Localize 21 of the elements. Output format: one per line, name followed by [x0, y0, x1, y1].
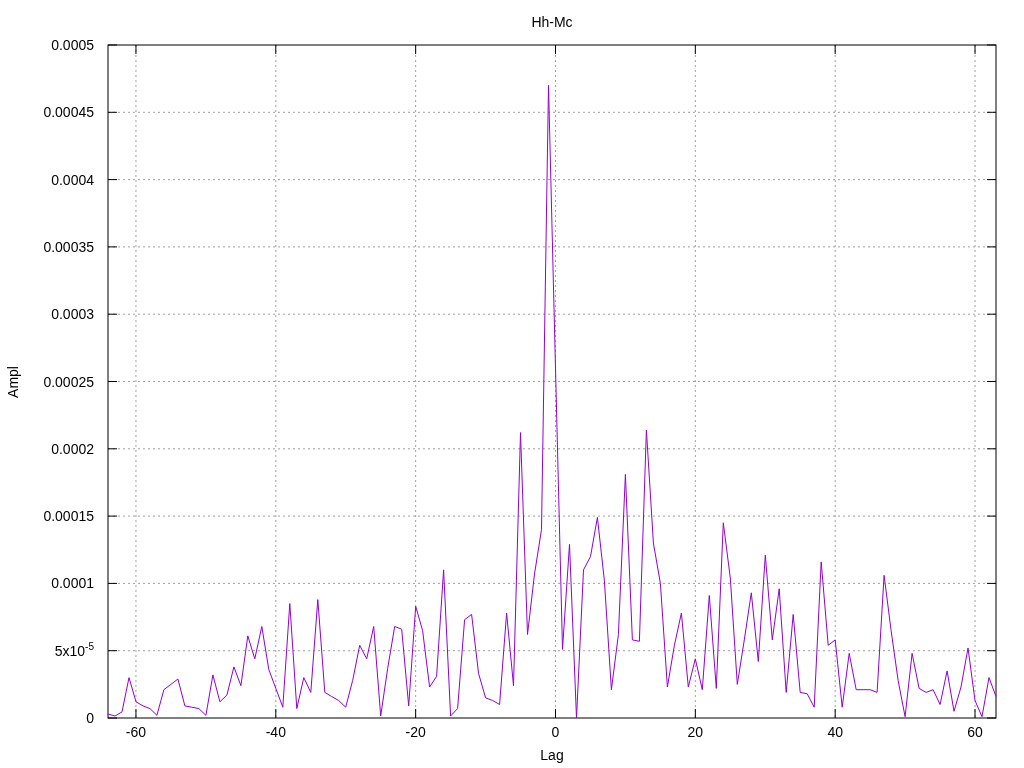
y-tick-label: 0.0004 [51, 171, 94, 188]
chart-title: Hh-Mc [531, 14, 573, 30]
x-axis-label: Lag [540, 747, 564, 763]
x-tick-label: 60 [967, 724, 983, 740]
y-tick-label: 0.0005 [51, 37, 94, 53]
y-tick-label: 0.00035 [43, 238, 94, 255]
x-tick-label: -20 [405, 724, 426, 740]
y-tick-label: 5x10$^{-5}$ [54, 642, 94, 659]
y-tick-label: 0 [86, 710, 94, 726]
y-tick-label: 0.00015 [43, 508, 94, 525]
y-tick-label: 0.0002 [51, 440, 94, 457]
x-tick-label: -60 [125, 724, 147, 740]
y-axis-label: Ampl [5, 365, 21, 398]
x-tick-label: 40 [827, 724, 843, 740]
x-tick-label: 0 [551, 724, 560, 740]
x-tick-label: 20 [687, 724, 704, 740]
x-tick-label: -40 [265, 724, 286, 740]
y-tick-label: 0.0001 [51, 575, 94, 592]
y-tick-label: 0.00045 [43, 104, 94, 121]
y-tick-label: 0.00025 [43, 373, 94, 390]
y-tick-label: 0.0003 [51, 306, 94, 323]
